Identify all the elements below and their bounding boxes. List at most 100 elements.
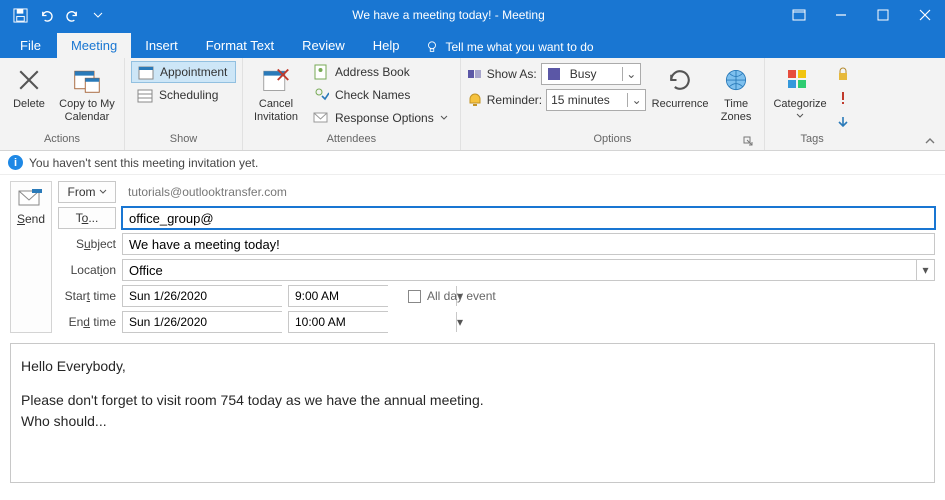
copy-to-calendar-button[interactable]: Copy to My Calendar (56, 61, 118, 123)
undo-button[interactable] (34, 3, 58, 27)
exclamation-icon (836, 91, 850, 105)
recurrence-icon (664, 64, 696, 96)
combo-caret-icon: ⌄ (622, 67, 640, 81)
start-date-field[interactable] (123, 286, 290, 306)
title-bar: We have a meeting today! - Meeting (0, 0, 945, 30)
location-field[interactable] (123, 260, 916, 280)
show-as-combo[interactable]: Busy ⌄ (541, 63, 641, 85)
tab-insert[interactable]: Insert (131, 33, 192, 58)
appointment-icon (138, 64, 154, 80)
cancel-invitation-button[interactable]: Cancel Invitation (249, 61, 303, 123)
group-attendees-label: Attendees (249, 133, 454, 150)
send-icon (18, 188, 44, 208)
location-caret-icon[interactable]: ▾ (916, 260, 934, 280)
window-controls (779, 0, 945, 30)
send-button[interactable]: Send (10, 181, 52, 333)
qat-caret-icon[interactable] (86, 3, 110, 27)
low-importance-button[interactable] (833, 111, 853, 133)
group-options: Show As: Busy ⌄ Reminder: 15 minutes ⌄ (461, 58, 765, 150)
resize-button[interactable] (779, 0, 819, 30)
body-line: Who should... (21, 413, 107, 429)
group-tags-label: Tags (771, 133, 853, 150)
maximize-button[interactable] (863, 0, 903, 30)
minimize-button[interactable] (821, 0, 861, 30)
time-zones-button[interactable]: Time Zones (714, 61, 758, 123)
combo-caret-icon: ⌄ (627, 93, 645, 107)
collapse-ribbon-button[interactable] (923, 134, 937, 148)
check-names-icon (313, 87, 329, 103)
reminder-combo[interactable]: 15 minutes ⌄ (546, 89, 646, 111)
tab-file[interactable]: File (4, 33, 57, 58)
message-body[interactable]: Hello Everybody, Please don't forget to … (10, 343, 935, 483)
delete-button[interactable]: Delete (6, 61, 52, 111)
group-show-label: Show (131, 133, 236, 150)
tab-review[interactable]: Review (288, 33, 359, 58)
cancel-icon (260, 64, 292, 96)
delete-icon (13, 64, 45, 96)
end-time-label: End time (58, 315, 116, 329)
group-actions: Delete Copy to My Calendar Actions (0, 58, 125, 150)
reminder-value: 15 minutes (547, 93, 627, 107)
group-show: Appointment Scheduling Show (125, 58, 243, 150)
response-options-icon (313, 110, 329, 126)
scheduling-button[interactable]: Scheduling (131, 84, 236, 106)
location-combo[interactable]: ▾ (122, 259, 935, 281)
group-actions-label: Actions (6, 133, 118, 150)
check-names-button[interactable]: Check Names (307, 84, 454, 106)
end-date-field[interactable] (123, 312, 290, 332)
dropdown-caret-icon (796, 113, 804, 119)
busy-swatch (548, 68, 560, 80)
tab-format-text[interactable]: Format Text (192, 33, 288, 58)
globe-icon (720, 64, 752, 96)
show-as-icon (467, 66, 483, 82)
quick-access-toolbar (0, 3, 118, 27)
start-time-label: Start time (58, 289, 116, 303)
tell-me-label: Tell me what you want to do (445, 40, 593, 54)
to-button[interactable]: To... (58, 207, 116, 229)
group-tags: Categorize Tags (765, 58, 859, 150)
start-date-picker[interactable] (122, 285, 282, 307)
dropdown-caret-icon (440, 114, 448, 122)
options-dialog-launcher[interactable] (743, 136, 755, 148)
group-options-label: Options (467, 133, 758, 150)
body-line: Hello Everybody, (21, 356, 924, 376)
all-day-checkbox[interactable] (408, 290, 421, 303)
show-as-value: Busy (566, 67, 622, 81)
subject-label: Subject (58, 237, 116, 251)
all-day-label: All day event (427, 289, 496, 303)
body-line: Please don't forget to visit room 754 to… (21, 392, 484, 408)
private-button[interactable] (833, 63, 853, 85)
response-options-button[interactable]: Response Options (307, 107, 454, 129)
address-book-button[interactable]: Address Book (307, 61, 454, 83)
address-book-icon (313, 64, 329, 80)
high-importance-button[interactable] (833, 87, 853, 109)
save-button[interactable] (8, 3, 32, 27)
compose-header: Send From tutorials@outlooktransfer.com … (0, 175, 945, 337)
lock-icon (836, 67, 850, 81)
from-value: tutorials@outlooktransfer.com (122, 185, 935, 199)
ribbon: Delete Copy to My Calendar Actions Appoi… (0, 58, 945, 151)
tab-meeting[interactable]: Meeting (57, 33, 131, 58)
ribbon-tabs: File Meeting Insert Format Text Review H… (0, 30, 945, 58)
subject-field[interactable] (122, 233, 935, 255)
arrow-down-icon (836, 115, 850, 129)
redo-button[interactable] (60, 3, 84, 27)
show-as-label: Show As: (487, 67, 537, 81)
group-attendees: Cancel Invitation Address Book Check Nam… (243, 58, 461, 150)
recurrence-button[interactable]: Recurrence (650, 61, 710, 111)
tab-help[interactable]: Help (359, 33, 414, 58)
end-time-picker[interactable]: ▾ (288, 311, 388, 333)
tell-me-search[interactable]: Tell me what you want to do (413, 40, 605, 58)
info-icon: i (8, 155, 23, 170)
close-button[interactable] (905, 0, 945, 30)
info-text: You haven't sent this meeting invitation… (29, 156, 258, 170)
end-date-picker[interactable] (122, 311, 282, 333)
info-bar: i You haven't sent this meeting invitati… (0, 151, 945, 175)
time-caret-icon[interactable]: ▾ (456, 312, 463, 332)
end-time-field[interactable] (289, 312, 456, 332)
appointment-button[interactable]: Appointment (131, 61, 236, 83)
to-field[interactable] (122, 207, 935, 229)
categorize-button[interactable]: Categorize (771, 61, 829, 119)
from-button[interactable]: From (58, 181, 116, 203)
start-time-picker[interactable]: ▾ (288, 285, 388, 307)
